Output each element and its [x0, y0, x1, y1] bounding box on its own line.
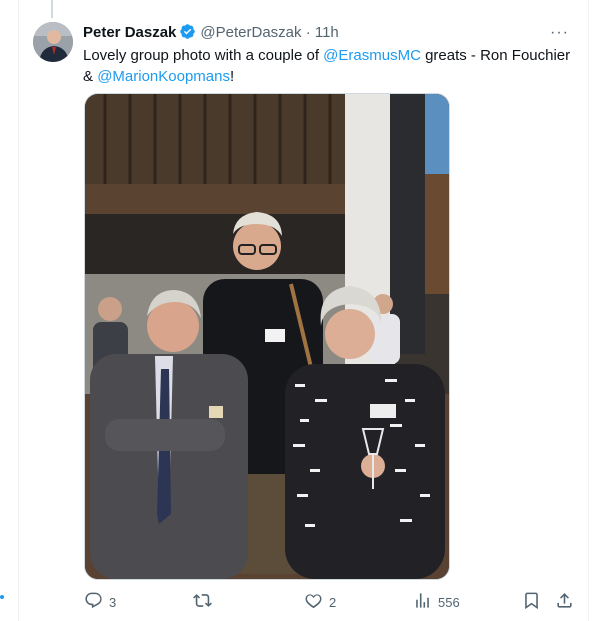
tweet-header: Peter Daszak @PeterDaszak · 11h [83, 23, 567, 43]
bookmark-icon [522, 591, 541, 613]
author-name[interactable]: Peter Daszak [83, 24, 176, 41]
share-button[interactable] [555, 590, 574, 614]
timeline-left-border [18, 0, 19, 621]
share-icon [555, 591, 574, 613]
tweet-photo[interactable] [84, 93, 450, 580]
tweet-text: Lovely group photo with a couple of @Era… [83, 45, 578, 87]
header-separator: · [305, 24, 311, 41]
thread-connector-line [51, 0, 53, 18]
author-handle[interactable]: @PeterDaszak [200, 24, 301, 41]
reply-icon [84, 591, 103, 613]
views-count: 556 [438, 594, 460, 610]
tweet-text-part: ! [229, 68, 235, 85]
tweet-text-part: Lovely group photo with a couple of [83, 47, 324, 64]
like-button[interactable]: 2 [304, 590, 336, 614]
views-icon [413, 591, 432, 613]
bookmark-button[interactable] [522, 590, 541, 614]
avatar[interactable] [33, 22, 73, 62]
reply-button[interactable]: 3 [84, 590, 116, 614]
views-button[interactable]: 556 [413, 590, 460, 614]
tweet-action-bar: 3 2 556 [0, 590, 597, 614]
like-icon [304, 591, 323, 613]
like-count: 2 [329, 594, 337, 610]
timeline-indicator-dot [0, 595, 4, 599]
mention-erasmusmc-link[interactable]: @ErasmusMC [323, 47, 421, 64]
more-icon[interactable]: ··· [550, 24, 569, 42]
timeline-right-border [588, 0, 589, 621]
tweet-timestamp[interactable]: 11h [315, 24, 339, 41]
reply-count: 3 [109, 594, 117, 610]
retweet-button[interactable] [193, 590, 218, 614]
retweet-icon [193, 591, 212, 613]
verified-badge-icon [179, 23, 196, 46]
mention-marionkoopmans-link[interactable]: @MarionKoopmans [97, 68, 230, 85]
